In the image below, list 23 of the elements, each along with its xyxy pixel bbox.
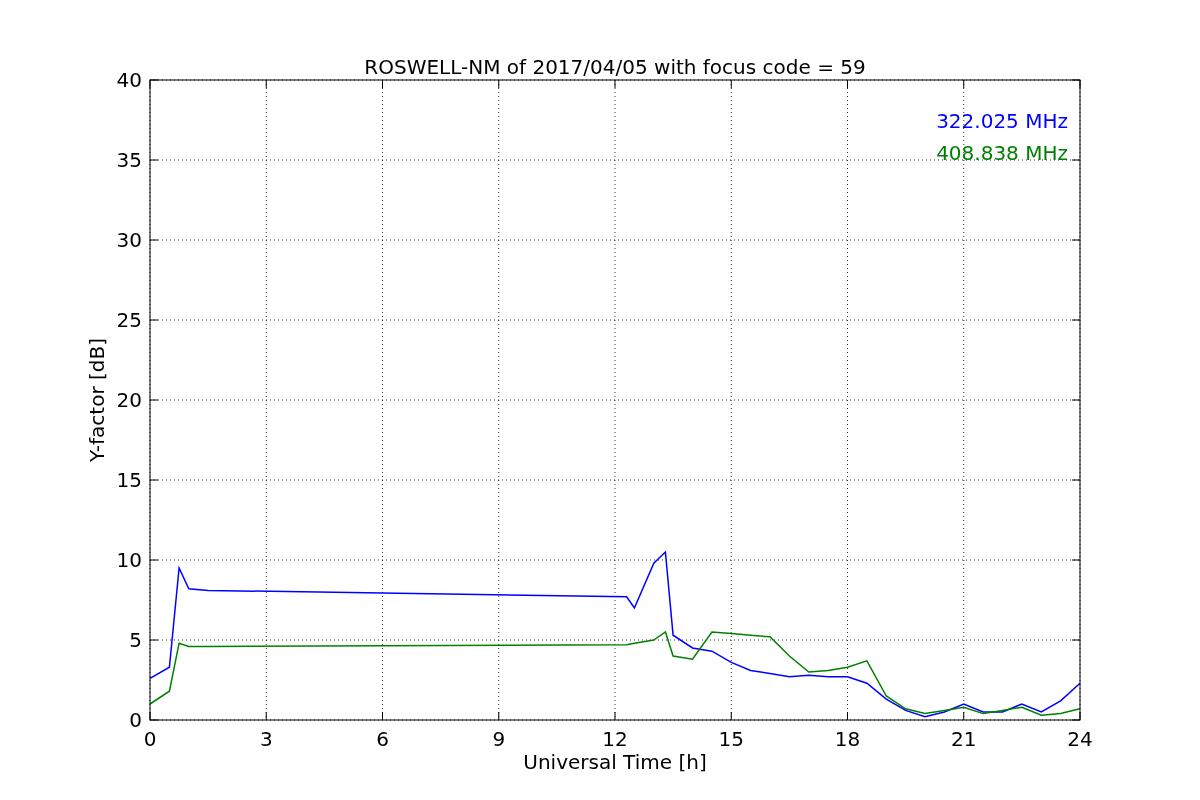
tick-label: 21 (951, 727, 977, 751)
tick-label: 15 (718, 727, 744, 751)
tick-label: 18 (834, 727, 861, 751)
tick-label: 24 (1067, 727, 1093, 751)
tick-label: 35 (116, 148, 142, 172)
tick-label: 5 (129, 628, 142, 652)
tick-label: 3 (259, 727, 273, 751)
tick-label: 20 (116, 388, 142, 412)
chart-title: ROSWELL-NM of 2017/04/05 with focus code = 59 (364, 55, 866, 79)
tick-label: 6 (376, 727, 389, 751)
tick-label: 9 (492, 727, 506, 751)
x-axis-label: Universal Time [h] (523, 750, 707, 774)
tick-label: 40 (116, 68, 142, 92)
tick-label: 15 (116, 468, 142, 492)
tick-label: 0 (129, 708, 142, 732)
legend-label: 322.025 MHz (936, 109, 1068, 133)
tick-label: 0 (143, 727, 157, 751)
tick-label: 30 (116, 228, 142, 252)
y-axis-label: Y-factor [dB] (85, 338, 109, 462)
tick-label: 10 (116, 548, 142, 572)
legend-label: 408.838 MHz (936, 141, 1068, 165)
tick-label: 25 (116, 308, 142, 332)
tick-label: 12 (602, 727, 628, 751)
